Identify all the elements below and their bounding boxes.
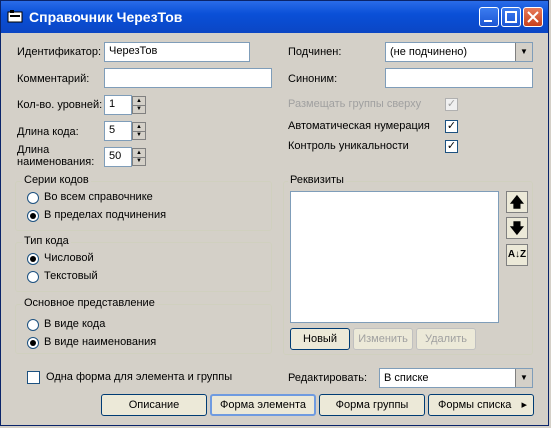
code-type-radio-numeric[interactable]	[27, 253, 39, 265]
comment-label: Комментарий:	[17, 73, 90, 85]
levels-label: Кол-во. уровней:	[17, 99, 103, 111]
title-bar[interactable]: Справочник ЧерезТов	[1, 1, 548, 33]
app-icon	[7, 10, 23, 23]
dialog-window: Справочник ЧерезТов Идентификатор: Через…	[0, 0, 549, 426]
code-length-spinner[interactable]: ▲ ▼	[132, 122, 146, 140]
main-view-radio-name[interactable]	[27, 337, 39, 349]
one-form-label: Одна форма для элемента и группы	[46, 371, 233, 383]
levels-input[interactable]: 1	[104, 95, 132, 115]
code-series-radio-all[interactable]	[27, 192, 39, 204]
main-view-radio-code[interactable]	[27, 319, 39, 331]
move-down-button[interactable]: 🡇	[506, 217, 528, 239]
minimize-button[interactable]	[479, 7, 499, 27]
main-view-option-name: В виде наименования	[44, 336, 157, 348]
description-button[interactable]: Описание	[101, 394, 207, 416]
edit-mode-select[interactable]: В списке ▼	[379, 368, 533, 388]
chevron-down-icon[interactable]: ▼	[515, 43, 532, 61]
one-form-checkbox[interactable]	[27, 371, 40, 384]
requisites-list[interactable]	[290, 191, 499, 323]
groups-top-checkbox[interactable]: ✓	[445, 98, 458, 111]
edit-mode-label: Редактировать:	[288, 372, 368, 384]
delete-requisite-button[interactable]: Удалить	[416, 328, 476, 350]
subordinate-label: Подчинен:	[288, 46, 342, 58]
name-length-spinner[interactable]: ▲ ▼	[132, 148, 146, 166]
window-title: Справочник ЧерезТов	[29, 9, 183, 25]
arrow-up-icon: 🡅	[509, 194, 525, 210]
code-type-title: Тип кода	[22, 235, 71, 247]
identifier-label: Идентификатор:	[17, 46, 102, 58]
code-series-title: Серии кодов	[22, 174, 91, 186]
element-form-button[interactable]: Форма элемента	[210, 394, 316, 416]
code-series-radio-sub[interactable]	[27, 210, 39, 222]
spin-down-icon[interactable]: ▼	[133, 157, 145, 165]
requisites-title: Реквизиты	[288, 174, 346, 186]
code-type-radio-text[interactable]	[27, 271, 39, 283]
main-view-title: Основное представление	[22, 297, 157, 309]
list-forms-button[interactable]: Формы списка ▸	[428, 394, 534, 416]
sort-az-icon: A↓Z	[507, 249, 527, 260]
spin-down-icon[interactable]: ▼	[133, 105, 145, 113]
subordinate-select[interactable]: (не подчинено) ▼	[385, 42, 533, 62]
code-length-input[interactable]: 5	[104, 121, 132, 141]
list-forms-label: Формы списка	[438, 399, 512, 411]
main-view-option-code: В виде кода	[44, 318, 106, 330]
triangle-right-icon: ▸	[521, 399, 527, 411]
edit-requisite-button[interactable]: Изменить	[353, 328, 413, 350]
minimize-icon	[484, 20, 492, 22]
synonym-label: Синоним:	[288, 73, 338, 85]
code-series-group: Серии кодов Во всем справочнике В предел…	[15, 174, 272, 231]
code-length-label: Длина кода:	[17, 126, 79, 138]
subordinate-value: (не подчинено)	[390, 46, 468, 58]
auto-number-checkbox[interactable]: ✓	[445, 120, 458, 133]
groups-top-label: Размещать группы сверху	[288, 98, 422, 110]
move-up-button[interactable]: 🡅	[506, 191, 528, 213]
group-form-button[interactable]: Форма группы	[319, 394, 425, 416]
unique-control-label: Контроль уникальности	[288, 140, 409, 152]
new-requisite-button[interactable]: Новый	[290, 328, 350, 350]
name-length-input[interactable]: 50	[104, 147, 132, 167]
unique-control-checkbox[interactable]: ✓	[445, 140, 458, 153]
maximize-button[interactable]	[501, 7, 521, 27]
code-series-option-all: Во всем справочнике	[44, 191, 153, 203]
maximize-icon	[505, 11, 517, 23]
close-button[interactable]	[523, 7, 543, 27]
chevron-down-icon[interactable]: ▼	[515, 369, 532, 387]
synonym-input[interactable]	[385, 68, 533, 88]
code-type-group: Тип кода Числовой Текстовый	[15, 235, 272, 292]
auto-number-label: Автоматическая нумерация	[288, 120, 430, 132]
code-series-option-sub: В пределах подчинения	[44, 209, 167, 221]
main-view-group: Основное представление В виде кода В вид…	[15, 297, 272, 354]
levels-spinner[interactable]: ▲ ▼	[132, 96, 146, 114]
comment-input[interactable]	[104, 68, 272, 88]
close-icon	[527, 11, 539, 23]
arrow-down-icon: 🡇	[509, 220, 525, 236]
code-type-option-numeric: Числовой	[44, 252, 94, 264]
identifier-input[interactable]: ЧерезТов	[104, 42, 250, 62]
code-type-option-text: Текстовый	[44, 270, 98, 282]
name-length-label-1: Длина	[17, 144, 50, 156]
spin-down-icon[interactable]: ▼	[133, 131, 145, 139]
sort-button[interactable]: A↓Z	[506, 244, 528, 266]
name-length-label-2: наименования:	[17, 156, 95, 168]
edit-mode-value: В списке	[384, 372, 429, 384]
